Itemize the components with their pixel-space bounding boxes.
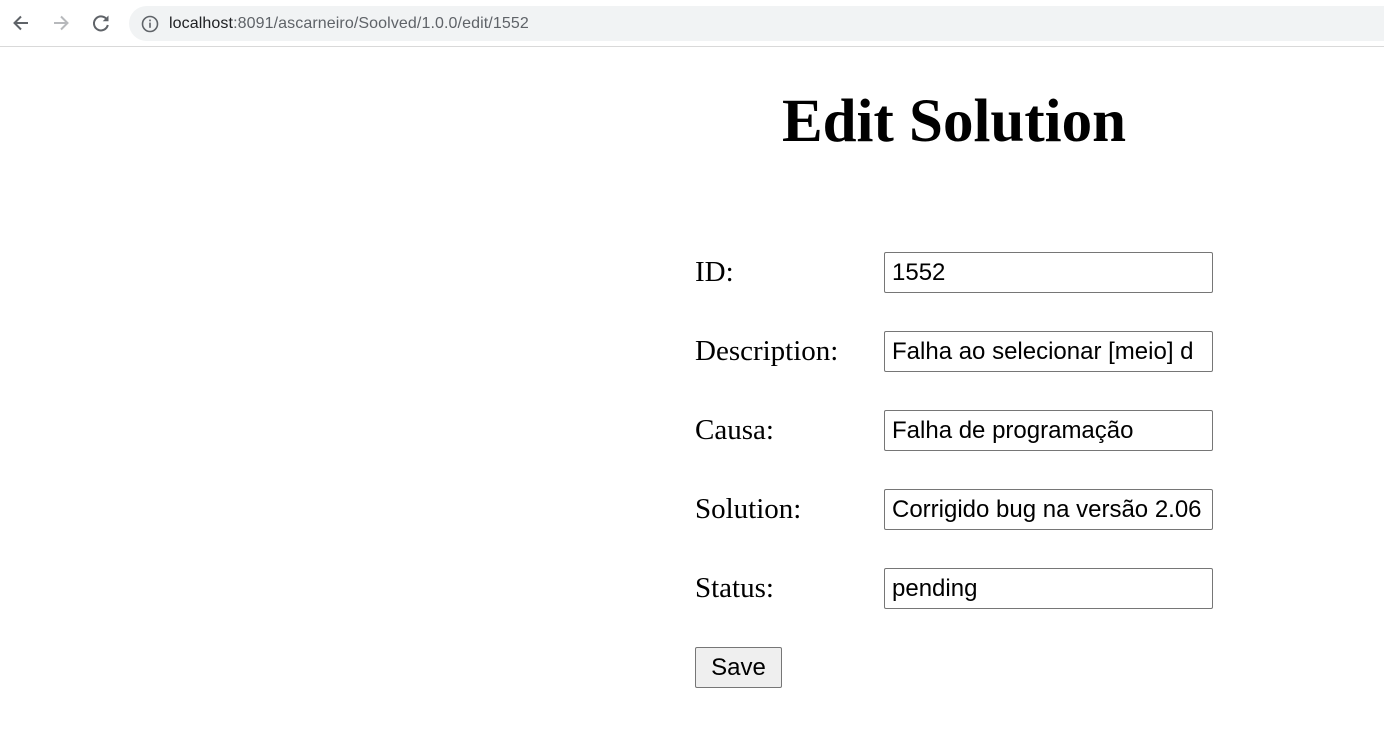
save-button[interactable]: Save bbox=[695, 647, 782, 688]
info-icon[interactable] bbox=[141, 15, 159, 33]
id-input[interactable] bbox=[884, 252, 1213, 293]
form-row-description: Description: bbox=[695, 331, 1215, 372]
form-row-causa: Causa: bbox=[695, 410, 1215, 451]
browser-toolbar: localhost:8091/ascarneiro/Soolved/1.0.0/… bbox=[0, 0, 1384, 47]
url-host: localhost bbox=[169, 14, 234, 32]
status-input[interactable] bbox=[884, 568, 1213, 609]
form-row-status: Status: bbox=[695, 568, 1215, 609]
form-row-id: ID: bbox=[695, 252, 1215, 293]
arrow-left-icon bbox=[13, 15, 28, 31]
arrow-right-icon bbox=[54, 15, 69, 31]
status-label: Status: bbox=[695, 572, 774, 604]
page-title: Edit Solution bbox=[781, 88, 1127, 155]
solution-input[interactable] bbox=[884, 489, 1213, 530]
id-label: ID: bbox=[695, 256, 734, 288]
url-text[interactable]: localhost:8091/ascarneiro/Soolved/1.0.0/… bbox=[169, 15, 529, 33]
description-input[interactable] bbox=[884, 331, 1213, 372]
reload-icon bbox=[93, 15, 109, 32]
back-button[interactable] bbox=[6, 8, 36, 38]
url-path: :8091/ascarneiro/Soolved/1.0.0/edit/1552 bbox=[233, 14, 529, 32]
causa-label: Causa: bbox=[695, 414, 774, 446]
form-row-solution: Solution: bbox=[695, 489, 1215, 530]
description-label: Description: bbox=[695, 335, 839, 367]
forward-button[interactable] bbox=[46, 8, 76, 38]
causa-input[interactable] bbox=[884, 410, 1213, 451]
tab-strip-edge bbox=[895, 0, 1205, 4]
address-bar[interactable]: localhost:8091/ascarneiro/Soolved/1.0.0/… bbox=[129, 6, 1384, 41]
reload-button[interactable] bbox=[86, 8, 116, 38]
solution-label: Solution: bbox=[695, 493, 802, 525]
